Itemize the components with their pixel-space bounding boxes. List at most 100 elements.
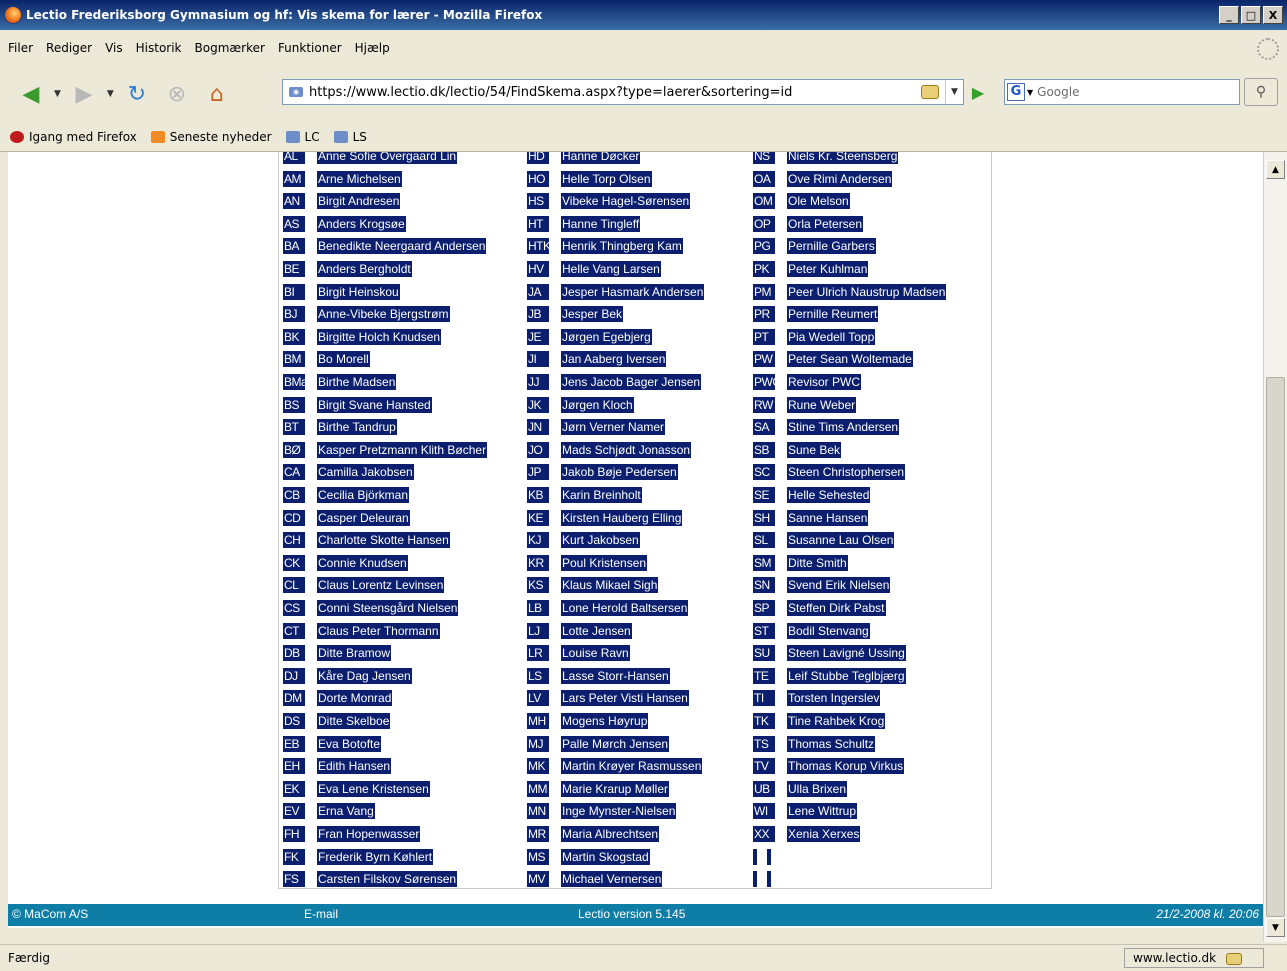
teacher-name-link[interactable]: Peer Ulrich Naustrup Madsen	[787, 283, 947, 300]
teacher-row[interactable]: TE Leif Stubbe Teglbjærg	[753, 667, 906, 684]
teacher-row[interactable]: BØ Kasper Pretzmann Klith Bøcher	[283, 441, 488, 458]
teacher-name-link[interactable]: Karin Breinholt	[561, 487, 642, 503]
teacher-row[interactable]: BE Anders Bergholdt	[283, 261, 412, 277]
teacher-code-link[interactable]: KJ	[527, 532, 549, 549]
site-host-panel[interactable]: www.lectio.dk	[1124, 948, 1264, 968]
teacher-name-link[interactable]: Erna Vang	[317, 803, 375, 820]
ssl-lock-icon[interactable]	[921, 85, 939, 99]
teacher-code-link[interactable]: MR	[527, 826, 549, 842]
teacher-name-link[interactable]: Edith Hansen	[317, 758, 392, 775]
url-history-dropdown-icon[interactable]: ▼	[945, 80, 963, 104]
teacher-row[interactable]: HV Helle Vang Larsen	[527, 261, 661, 277]
teacher-name-link[interactable]: Birgitte Holch Knudsen	[317, 328, 442, 345]
teacher-name-link[interactable]: Connie Knudsen	[317, 554, 408, 571]
teacher-code-link[interactable]: HT	[527, 215, 549, 232]
teacher-code-link[interactable]: SM	[753, 554, 775, 571]
teacher-code-link[interactable]: EK	[283, 780, 305, 797]
teacher-code-link[interactable]: CT	[283, 622, 305, 639]
teacher-code-link[interactable]: CK	[283, 554, 305, 571]
teacher-name-link[interactable]: Marie Krarup Møller	[561, 780, 670, 797]
close-button[interactable]: X	[1263, 6, 1283, 24]
teacher-row[interactable]: JP Jakob Bøje Pedersen	[527, 464, 678, 481]
teacher-row[interactable]: MN Inge Mynster-Nielsen	[527, 803, 677, 820]
teacher-code-link[interactable]: AL	[283, 152, 305, 164]
teacher-row[interactable]: BS Birgit Svane Hansted	[283, 396, 432, 413]
teacher-row[interactable]: OM Ole Melson	[753, 193, 850, 210]
teacher-code-link[interactable]: EH	[283, 758, 305, 775]
teacher-row[interactable]: LB Lone Herold Baltsersen	[527, 600, 689, 616]
teacher-name-link[interactable]: Conni Steensgård Nielsen	[317, 600, 459, 616]
teacher-code-link[interactable]: JB	[527, 306, 549, 323]
menu-historik[interactable]: Historik	[136, 41, 182, 55]
teacher-name-link[interactable]: Hanne Døcker	[561, 152, 641, 164]
teacher-row[interactable]: PW Peter Sean Woltemade	[753, 351, 913, 368]
teacher-row[interactable]: CB Cecilia Björkman	[283, 487, 410, 503]
teacher-row[interactable]: KJ Kurt Jakobsen	[527, 532, 640, 549]
teacher-name-link[interactable]: Mads Schjødt Jonasson	[561, 441, 692, 458]
teacher-name-link[interactable]: Anne Sofie Overgaard Lin	[317, 152, 458, 164]
teacher-name-link[interactable]: Claus Lorentz Levinsen	[317, 577, 445, 594]
teacher-code-link[interactable]: XX	[753, 826, 775, 842]
teacher-name-link[interactable]: Ditte Bramow	[317, 645, 392, 662]
teacher-row[interactable]: EB Eva Botofte	[283, 735, 382, 752]
teacher-row[interactable]: HS Vibeke Hagel-Sørensen	[527, 193, 691, 210]
teacher-row[interactable]: JO Mads Schjødt Jonasson	[527, 441, 692, 458]
teacher-name-link[interactable]: Orla Petersen	[787, 215, 864, 232]
teacher-code-link[interactable]: KE	[527, 509, 549, 526]
forward-history-dropdown-icon[interactable]: ▼	[107, 89, 114, 99]
teacher-code-link[interactable]: TV	[753, 758, 775, 775]
teacher-code-link[interactable]: JP	[527, 464, 549, 481]
teacher-code-link[interactable]: WI	[753, 803, 775, 820]
teacher-name-link[interactable]: Kasper Pretzmann Klith Bøcher	[317, 441, 488, 458]
teacher-code-link[interactable]: DS	[283, 713, 305, 729]
teacher-name-link[interactable]: Casper Deleuran	[317, 509, 410, 526]
reload-button[interactable]: ↻	[120, 77, 154, 111]
teacher-row[interactable]: PWC Revisor PWC	[753, 374, 862, 390]
teacher-row[interactable]: OA Ove Rimi Andersen	[753, 170, 893, 187]
teacher-code-link[interactable]: LR	[527, 645, 549, 662]
menu-vis[interactable]: Vis	[105, 41, 123, 55]
scroll-thumb[interactable]	[1266, 377, 1285, 917]
teacher-row[interactable]: DS Ditte Skelboe	[283, 713, 391, 729]
teacher-row[interactable]: TK Tine Rahbek Krog	[753, 713, 886, 729]
teacher-name-link[interactable]: Birthe Madsen	[317, 374, 397, 390]
teacher-name-link[interactable]: Helle Vang Larsen	[561, 261, 661, 277]
teacher-code-link[interactable]: MK	[527, 758, 549, 775]
teacher-code-link[interactable]: TS	[753, 735, 775, 752]
teacher-code-link[interactable]: DM	[283, 690, 305, 707]
teacher-code-link[interactable]: ST	[753, 622, 775, 639]
teacher-name-link[interactable]: Jesper Bek	[561, 306, 624, 323]
teacher-code-link[interactable]: BT	[283, 419, 305, 436]
teacher-name-link[interactable]: Jakob Bøje Pedersen	[561, 464, 678, 481]
teacher-row[interactable]: EH Edith Hansen	[283, 758, 392, 775]
teacher-code-link[interactable]	[753, 871, 757, 888]
teacher-code-link[interactable]: PM	[753, 283, 775, 300]
teacher-name-link[interactable]: Henrik Thingberg Kam	[561, 238, 683, 255]
teacher-row[interactable]: PT Pia Wedell Topp	[753, 328, 876, 345]
teacher-row[interactable]: PM Peer Ulrich Naustrup Madsen	[753, 283, 947, 300]
teacher-row[interactable]: NS Niels Kr. Steensberg	[753, 152, 899, 164]
teacher-name-link[interactable]: Michael Vernersen	[561, 871, 663, 888]
teacher-row[interactable]: AS Anders Krogsøe	[283, 215, 406, 232]
teacher-row[interactable]: LR Louise Ravn	[527, 645, 630, 662]
teacher-name-link[interactable]: Fran Hopenwasser	[317, 826, 421, 842]
teacher-row[interactable]: LV Lars Peter Visti Hansen	[527, 690, 689, 707]
address-bar[interactable]: ◉ https://www.lectio.dk/lectio/54/FindSk…	[282, 79, 964, 105]
teacher-name-link[interactable]: Benedikte Neergaard Andersen	[317, 238, 487, 255]
teacher-name-link[interactable]: Lone Herold Baltsersen	[561, 600, 689, 616]
teacher-name-link[interactable]: Birgit Heinskou	[317, 283, 400, 300]
teacher-code-link[interactable]: BA	[283, 238, 305, 255]
teacher-row[interactable]: KS Klaus Mikael Sigh	[527, 577, 659, 594]
forward-button[interactable]: ▶	[67, 77, 101, 111]
menu-funktioner[interactable]: Funktioner	[278, 41, 342, 55]
teacher-name-link[interactable]: Frederik Byrn Køhlert	[317, 848, 434, 865]
teacher-name-link[interactable]: Mogens Høyrup	[561, 713, 649, 729]
teacher-name-link[interactable]: Steffen Dirk Pabst	[787, 600, 886, 616]
teacher-row[interactable]: SE Helle Sehested	[753, 487, 871, 503]
teacher-code-link[interactable]: UB	[753, 780, 775, 797]
teacher-code-link[interactable]: LV	[527, 690, 549, 707]
teacher-code-link[interactable]: MJ	[527, 735, 549, 752]
teacher-row[interactable]: DJ Kåre Dag Jensen	[283, 667, 412, 684]
teacher-name-link[interactable]: Sune Bek	[787, 441, 842, 458]
teacher-code-link[interactable]: TE	[753, 667, 775, 684]
